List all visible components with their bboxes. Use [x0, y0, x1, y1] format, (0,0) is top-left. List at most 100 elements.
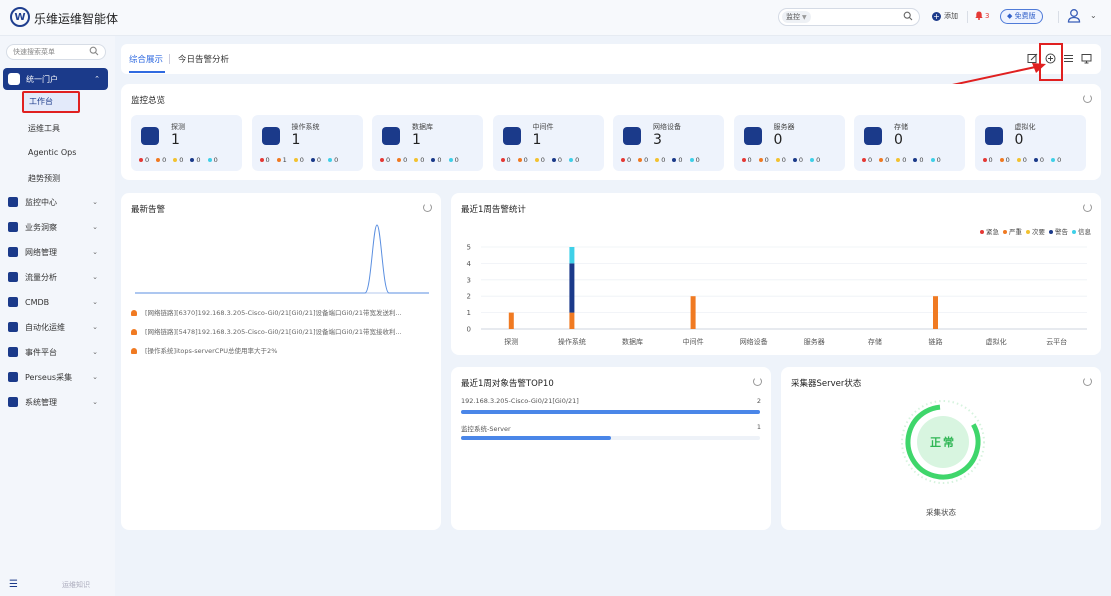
app-title: 乐维运维智能体 — [34, 12, 119, 26]
top10-bar-fill — [461, 436, 611, 440]
stat-value: 1 — [291, 132, 301, 148]
stat-name: 网络设备 — [653, 123, 681, 131]
stat-tile[interactable]: 探测 1 0 0 0 0 0 — [131, 115, 242, 171]
bar-segment[interactable] — [569, 263, 575, 313]
diamond-icon — [8, 372, 18, 382]
search-icon[interactable] — [903, 11, 913, 21]
sidebar-item[interactable]: Perseus采集 ⌄ — [8, 369, 108, 385]
stat-tile[interactable]: 服务器 0 0 0 0 0 0 — [733, 115, 845, 171]
x-tick-label: 虚拟化 — [986, 337, 1007, 346]
search-scope-select[interactable]: 监控 ▼ — [782, 11, 811, 23]
tab-overview[interactable]: 综合展示 — [129, 53, 163, 65]
sidebar-item[interactable]: CMDB ⌄ — [8, 294, 108, 310]
severity-count: 0 — [1051, 156, 1061, 164]
card-title: 监控总览 — [131, 96, 166, 106]
stat-tile[interactable]: 存储 0 0 0 0 0 0 — [854, 115, 965, 171]
top10-label[interactable]: 192.168.3.205-Cisco-Gi0/21[Gi0/21] — [461, 397, 579, 405]
stat-tile[interactable]: 网络设备 3 0 0 0 0 0 — [613, 115, 724, 171]
global-search[interactable]: 监控 ▼ — [778, 8, 920, 26]
alert-item[interactable]: [网络链路][5478]192.168.3.205-Cisco-Gi0/21[G… — [131, 326, 431, 336]
collapse-menu-icon[interactable]: ☰ — [9, 579, 18, 590]
bell-icon — [131, 329, 137, 335]
bar-segment[interactable] — [508, 312, 514, 329]
chevron-down-icon: ⌄ — [92, 323, 98, 331]
bar-segment[interactable] — [569, 247, 575, 264]
alarm-indicator[interactable]: 3 — [975, 11, 989, 20]
bar-segment[interactable] — [569, 312, 575, 329]
edition-badge-label: 免费版 — [1014, 12, 1036, 20]
alert-item[interactable]: [操作系统]itops-serverCPU总使用率大于2% — [131, 345, 431, 355]
severity-count: 0 — [517, 156, 528, 164]
menu-search-placeholder: 快速搜索菜单 — [13, 48, 55, 56]
severity-counts: 00000 — [862, 156, 941, 164]
severity-count: 0 — [1016, 156, 1027, 164]
refresh-icon[interactable] — [1083, 377, 1092, 386]
alarm-count: 3 — [985, 11, 990, 20]
top10-value: 2 — [756, 397, 761, 405]
sidebar-subitem-ops-tools[interactable]: 运维工具 — [28, 123, 60, 134]
stat-value: 1 — [532, 132, 542, 148]
sidebar-item[interactable]: 业务洞察 ⌄ — [8, 219, 108, 235]
severity-count: 0 — [534, 156, 545, 164]
refresh-icon[interactable] — [753, 377, 762, 386]
sidebar-subitem-workbench[interactable]: 工作台 — [22, 91, 80, 113]
search-icon[interactable] — [89, 46, 99, 56]
stat-tile[interactable]: 数据库 1 0 0 0 0 0 — [372, 115, 483, 171]
active-tab-indicator — [129, 71, 165, 73]
sidebar: 快速搜索菜单 统一门户 ⌃ 工作台 运维工具 Agentic Ops 趋势预测 … — [0, 36, 115, 596]
sidebar-subitem-trend[interactable]: 趋势预测 — [28, 173, 60, 184]
refresh-icon[interactable] — [423, 203, 432, 212]
sidebar-item-label: Perseus采集 — [25, 372, 73, 382]
os-icon — [261, 127, 280, 145]
tab-alert-analysis[interactable]: 今日告警分析 — [178, 53, 229, 65]
screen-icon[interactable] — [1081, 53, 1092, 64]
bar-segment[interactable] — [933, 296, 938, 329]
server-icon — [743, 127, 762, 145]
sidebar-item[interactable]: 网络管理 ⌄ — [8, 244, 108, 260]
plus-icon: + — [932, 11, 941, 21]
alert-text: [网络链路][5478]192.168.3.205-Cisco-Gi0/21[G… — [145, 328, 402, 336]
chevron-down-icon: ▼ — [802, 14, 807, 21]
footer-text[interactable]: 运维知识 — [62, 580, 90, 590]
user-icon[interactable] — [1067, 8, 1081, 24]
severity-count: 0 — [1033, 156, 1044, 164]
alert-item[interactable]: [网络链路][6370]192.168.3.205-Cisco-Gi0/21[G… — [131, 307, 431, 317]
stat-tile[interactable]: 中间件 1 0 0 0 0 0 — [492, 115, 604, 171]
severity-count: 0 — [982, 156, 993, 164]
bar-segment[interactable] — [690, 296, 696, 329]
refresh-icon[interactable] — [1083, 94, 1092, 103]
stat-name: 虚拟化 — [1014, 123, 1036, 131]
bell-icon — [131, 348, 137, 354]
sidebar-item[interactable]: 监控中心 ⌄ — [8, 194, 108, 210]
y-tick-label: 3 — [467, 276, 471, 284]
edition-badge[interactable]: ◆ 免费版 — [1000, 9, 1043, 24]
sidebar-subitem-agentic-ops[interactable]: Agentic Ops — [28, 148, 76, 157]
chevron-down-icon: ⌄ — [92, 273, 98, 281]
stat-tile[interactable]: 操作系统 1 0 1 0 0 0 — [251, 115, 363, 171]
sidebar-item-portal[interactable]: 统一门户 ⌃ — [3, 68, 108, 90]
severity-count: 0 — [930, 156, 941, 164]
top-bar: W 乐维运维智能体 监控 ▼ + 添加 3 ◆ 免费版 ⌄ — [0, 0, 1111, 36]
sidebar-item[interactable]: 事件平台 ⌄ — [8, 344, 108, 360]
app-logo[interactable]: W — [10, 7, 30, 27]
y-tick-label: 1 — [467, 309, 471, 317]
bell-icon — [975, 11, 983, 20]
add-button[interactable]: + 添加 — [932, 11, 958, 21]
stat-name: 探测 — [171, 123, 185, 131]
x-tick-label: 探测 — [504, 337, 518, 346]
globe-icon — [141, 127, 159, 145]
sidebar-item[interactable]: 流量分析 ⌄ — [8, 269, 108, 285]
severity-count: 0 — [551, 156, 562, 164]
network-device-icon — [623, 127, 641, 145]
sidebar-item[interactable]: 自动化运维 ⌄ — [8, 319, 108, 335]
alert-text: [网络链路][6370]192.168.3.205-Cisco-Gi0/21[G… — [145, 309, 402, 317]
chevron-down-icon: ⌄ — [92, 298, 98, 306]
menu-search-input[interactable]: 快速搜索菜单 — [6, 44, 106, 60]
severity-count: 0 — [569, 156, 579, 164]
stat-tile[interactable]: 虚拟化 0 0 0 0 0 0 — [974, 115, 1086, 171]
top10-label[interactable]: 监控系统-Server — [461, 423, 511, 433]
x-tick-label: 存储 — [868, 337, 882, 346]
chevron-down-icon[interactable]: ⌄ — [1090, 11, 1097, 20]
sidebar-item[interactable]: 系统管理 ⌄ — [8, 394, 108, 410]
list-icon[interactable] — [1063, 53, 1074, 64]
